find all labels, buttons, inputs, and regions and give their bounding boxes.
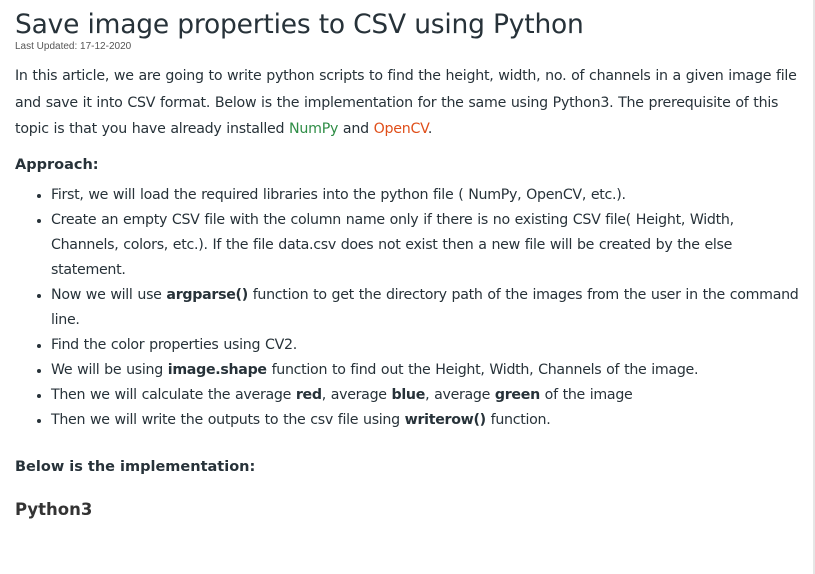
step-text: function to find out the Height, Width, …: [266, 361, 699, 378]
step-text: Create an empty CSV file with the column…: [51, 211, 734, 278]
list-item: We will be using image.shape function to…: [51, 358, 805, 383]
step-text: function.: [485, 411, 551, 428]
step-text: First, we will load the required librari…: [51, 186, 626, 203]
list-item: Find the color properties using CV2.: [51, 333, 805, 358]
numpy-link[interactable]: NumPy: [289, 121, 338, 137]
list-item: Then we will write the outputs to the cs…: [51, 408, 805, 433]
intro-paragraph: In this article, we are going to write p…: [15, 63, 805, 143]
bold-green: green: [494, 386, 540, 403]
code-writerow: writerow(): [404, 411, 487, 428]
step-text: Then we will write the outputs to the cs…: [51, 411, 405, 428]
step-text: Find the color properties using CV2.: [51, 336, 297, 353]
list-item: Now we will use argparse() function to g…: [51, 283, 805, 333]
approach-heading: Approach:: [15, 156, 99, 173]
bold-red: red: [295, 386, 322, 403]
code-argparse: argparse(): [166, 286, 248, 303]
opencv-link[interactable]: OpenCV: [374, 121, 428, 137]
list-item: First, we will load the required librari…: [51, 183, 805, 208]
article: Save image properties to CSV using Pytho…: [15, 8, 805, 521]
list-item: Create an empty CSV file with the column…: [51, 208, 805, 283]
intro-end: .: [427, 121, 433, 137]
code-image-shape: image.shape: [167, 361, 267, 378]
step-text: Now we will use: [51, 286, 167, 303]
approach-steps-list: First, we will load the required librari…: [15, 183, 805, 433]
step-text: of the image: [539, 386, 633, 403]
language-tab-python3[interactable]: Python3: [15, 499, 805, 521]
last-updated-date: Last Updated: 17-12-2020: [15, 41, 132, 52]
step-text: Then we will calculate the average: [51, 386, 296, 403]
implementation-heading: Below is the implementation:: [15, 458, 256, 475]
list-item: Then we will calculate the average red, …: [51, 383, 805, 408]
bold-blue: blue: [391, 386, 426, 403]
step-text: , average: [321, 386, 392, 403]
article-title: Save image properties to CSV using Pytho…: [15, 9, 584, 40]
step-text: We will be using: [51, 361, 168, 378]
intro-and: and: [338, 121, 374, 137]
step-text: , average: [425, 386, 495, 403]
